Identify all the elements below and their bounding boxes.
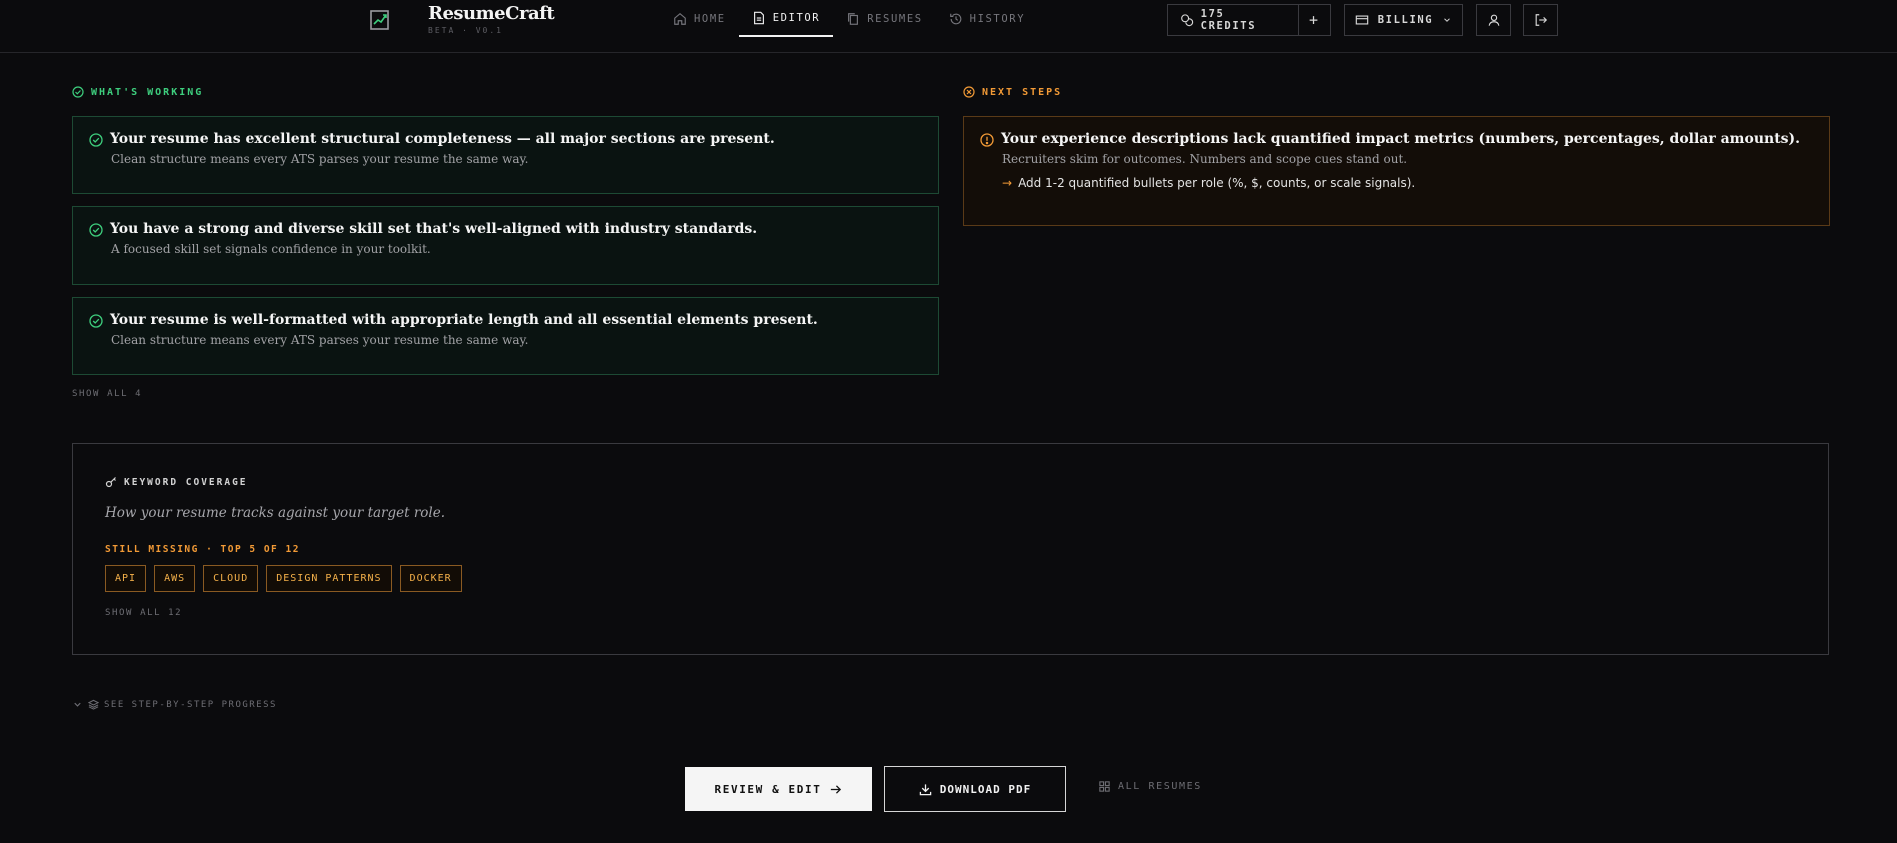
nav-editor[interactable]: EDITOR: [738, 0, 834, 37]
keyword-chip[interactable]: DOCKER: [399, 565, 462, 592]
brand[interactable]: ResumeCraft BETA · V0.1: [428, 3, 555, 35]
keyword-chip[interactable]: CLOUD: [203, 565, 259, 592]
next-step-action: → Add 1-2 quantified bullets per role (%…: [1002, 176, 1813, 190]
user-icon: [1488, 14, 1499, 26]
x-circle-icon: [963, 86, 975, 98]
show-all-keywords-button[interactable]: SHOW ALL 12: [105, 608, 182, 618]
next-steps-heading: NEXT STEPS: [963, 86, 1062, 98]
all-resumes-label: ALL RESUMES: [1118, 781, 1202, 792]
next-steps-title: NEXT STEPS: [982, 86, 1063, 98]
working-item-title: You have a strong and diverse skill set …: [110, 221, 758, 237]
all-resumes-link[interactable]: ALL RESUMES: [1098, 780, 1202, 793]
home-icon: [674, 12, 686, 25]
nav-resumes-label: RESUMES: [867, 12, 923, 25]
working-item-desc: Clean structure means every ATS parses y…: [111, 333, 529, 347]
still-missing-label: STILL MISSING · TOP 5 OF 12: [105, 544, 300, 555]
keyword-chip[interactable]: DESIGN PATTERNS: [266, 565, 392, 592]
billing-dropdown[interactable]: BILLING: [1344, 4, 1463, 36]
working-card: You have a strong and diverse skill set …: [72, 206, 939, 285]
next-step-card: Your experience descriptions lack quanti…: [963, 116, 1830, 226]
keyword-chip[interactable]: API: [105, 565, 147, 592]
main-nav: HOME EDITOR RESUMES HISTORY: [660, 0, 1038, 37]
grid-icon: [1099, 781, 1110, 792]
add-credits-button[interactable]: +: [1299, 5, 1330, 35]
working-card: Your resume is well-formatted with appro…: [72, 297, 939, 375]
whats-working-title: WHAT'S WORKING: [91, 86, 204, 98]
working-item-title: Your resume is well-formatted with appro…: [110, 312, 818, 328]
copy-icon: [848, 12, 859, 25]
working-item-desc: Clean structure means every ATS parses y…: [111, 152, 529, 166]
next-step-title: Your experience descriptions lack quanti…: [1001, 131, 1801, 147]
logout-button[interactable]: [1523, 4, 1558, 36]
download-icon: [919, 783, 932, 795]
step-progress-toggle[interactable]: SEE STEP-BY-STEP PROGRESS: [72, 699, 277, 710]
missing-keywords-list: API AWS CLOUD DESIGN PATTERNS DOCKER: [105, 565, 462, 592]
nav-resumes[interactable]: RESUMES: [833, 0, 935, 37]
download-pdf-label: DOWNLOAD PDF: [939, 782, 1032, 796]
chevron-down-icon: [74, 702, 81, 707]
nav-history-label: HISTORY: [969, 12, 1026, 25]
working-item-desc: A focused skill set signals confidence i…: [111, 242, 431, 256]
credit-card-icon: [1355, 15, 1369, 25]
keyword-chip[interactable]: AWS: [154, 565, 196, 592]
arrow-right-icon: [831, 784, 842, 794]
credits-widget: 175 CREDITS +: [1167, 4, 1331, 36]
layers-icon: [88, 699, 99, 710]
keyword-coverage-heading: KEYWORD COVERAGE: [105, 476, 248, 488]
nav-home[interactable]: HOME: [660, 0, 739, 37]
chart-logo-icon[interactable]: [368, 8, 392, 32]
next-step-desc: Recruiters skim for outcomes. Numbers an…: [1002, 152, 1408, 166]
step-progress-label: SEE STEP-BY-STEP PROGRESS: [104, 699, 277, 710]
download-pdf-button[interactable]: DOWNLOAD PDF: [884, 766, 1066, 812]
arrow-right-icon: →: [1002, 176, 1013, 190]
profile-button[interactable]: [1476, 4, 1511, 36]
logout-icon: [1535, 14, 1547, 26]
check-circle-icon: [89, 223, 103, 237]
key-icon: [105, 477, 116, 488]
nav-home-label: HOME: [694, 12, 726, 25]
alert-circle-icon: [980, 133, 994, 147]
check-circle-icon: [89, 314, 103, 328]
keyword-coverage-subtitle: How your resume tracks against your targ…: [105, 505, 446, 521]
review-edit-button[interactable]: REVIEW & EDIT: [685, 767, 872, 811]
credits-label: 175 CREDITS: [1200, 8, 1257, 32]
history-icon: [949, 13, 962, 24]
review-edit-label: REVIEW & EDIT: [714, 782, 822, 796]
app-version: BETA · V0.1: [428, 26, 503, 35]
document-icon: [753, 11, 764, 24]
coins-icon: [1181, 14, 1194, 27]
check-circle-icon: [89, 133, 103, 147]
top-bar: ResumeCraft BETA · V0.1 HOME EDITOR RESU…: [0, 0, 1897, 53]
billing-label: BILLING: [1377, 14, 1434, 26]
whats-working-heading: WHAT'S WORKING: [72, 86, 203, 98]
chevron-down-icon: [1444, 18, 1451, 22]
working-card: Your resume has excellent structural com…: [72, 116, 939, 194]
working-item-title: Your resume has excellent structural com…: [110, 131, 775, 147]
show-all-working-button[interactable]: SHOW ALL 4: [72, 389, 142, 399]
keyword-coverage-panel: KEYWORD COVERAGE How your resume tracks …: [72, 443, 1829, 655]
next-step-action-text: Add 1-2 quantified bullets per role (%, …: [1018, 176, 1416, 190]
keyword-coverage-title: KEYWORD COVERAGE: [124, 476, 248, 488]
check-circle-icon: [72, 86, 84, 98]
app-name: ResumeCraft: [428, 3, 555, 24]
nav-history[interactable]: HISTORY: [936, 0, 1038, 37]
credits-display[interactable]: 175 CREDITS: [1168, 5, 1299, 35]
nav-editor-label: EDITOR: [772, 11, 821, 24]
